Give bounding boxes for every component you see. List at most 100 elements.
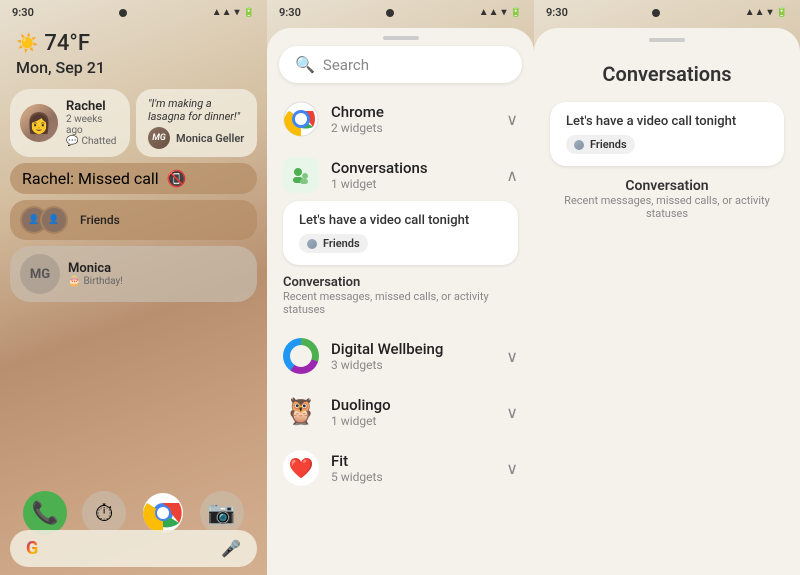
message-sender: MG Monica Geller (148, 127, 245, 149)
panel-conversations-preview: 9:30 ▲▲ ▾ 🔋 Conversations Let's have a v… (534, 0, 800, 575)
monica-name-widget: Monica (68, 261, 247, 276)
wellbeing-app-info: Digital Wellbeing 3 widgets (331, 340, 494, 372)
weather-widget: ☀️ 74°F Mon, Sep 21 (0, 23, 267, 83)
status-time-p3: 9:30 (546, 6, 568, 19)
monica-widget[interactable]: MG Monica 🎂 Birthday! (10, 246, 257, 302)
monica-info: Monica 🎂 Birthday! (68, 261, 247, 287)
p3-title: Conversations (602, 62, 731, 86)
app-dock: 📞 ⏱ 📷 (0, 491, 267, 535)
phone-icon[interactable]: 📞 (23, 491, 67, 535)
conv-desc-sub: Recent messages, missed calls, or activi… (283, 290, 518, 316)
battery-icon-p3: 🔋 (776, 7, 788, 18)
friends-widget[interactable]: 👤 👤 Friends (10, 200, 257, 240)
mic-icon[interactable]: 🎤 (221, 539, 241, 558)
p3-desc: Conversation Recent messages, missed cal… (550, 178, 784, 220)
status-icons-p2: ▲▲ ▾ 🔋 (479, 7, 522, 18)
chat-icon: 💬 (66, 136, 78, 147)
missed-call-widget[interactable]: Rachel: Missed call 📵 (10, 163, 257, 194)
message-widget[interactable]: "I'm making a lasagna for dinner!" MG Mo… (136, 89, 257, 157)
fit-app-info: Fit 5 widgets (331, 452, 494, 484)
widget-area: 👩 Rachel 2 weeks ago 💬 Chatted "I'm maki… (0, 83, 267, 308)
app-item-wellbeing[interactable]: Digital Wellbeing 3 widgets ∨ (267, 328, 534, 384)
conv-desc-title: Conversation (283, 275, 518, 290)
date-display: Mon, Sep 21 (16, 58, 251, 77)
duolingo-icon: 🦉 (285, 397, 317, 427)
search-placeholder: Search (323, 56, 369, 74)
rachel-avatar: 👩 (20, 104, 58, 142)
fit-widget-count: 5 widgets (331, 470, 494, 484)
message-text: "I'm making a lasagna for dinner!" (148, 97, 240, 123)
google-search-bar[interactable]: G 🎤 (10, 530, 257, 567)
conv-preview-text: Let's have a video call tonight (299, 213, 502, 228)
conv-preview-badge: Friends (299, 234, 368, 253)
monica-avatar: MG (20, 254, 60, 294)
wellbeing-widget-count: 3 widgets (331, 358, 494, 372)
app-item-chrome[interactable]: Chrome 2 widgets ∨ (267, 91, 534, 147)
chrome-widget-count: 2 widgets (331, 121, 494, 135)
status-time-p1: 9:30 (12, 6, 34, 19)
chrome-expand-icon[interactable]: ∨ (506, 110, 518, 129)
birthday-icon: 🎂 (68, 276, 80, 287)
chrome-app-info: Chrome 2 widgets (331, 103, 494, 135)
p3-desc-sub: Recent messages, missed calls, or activi… (550, 194, 784, 220)
conversations-app-icon (283, 157, 319, 193)
chrome-app-name: Chrome (331, 103, 494, 121)
fit-app-icon: ❤️ (283, 450, 319, 486)
chrome-icon[interactable] (141, 491, 185, 535)
status-bar-panel1: 9:30 ▲▲ ▾ 🔋 (0, 0, 267, 23)
status-bar-panel2: 9:30 ▲▲ ▾ 🔋 (267, 0, 534, 23)
duolingo-expand-icon[interactable]: ∨ (506, 403, 518, 422)
temperature: 74°F (44, 31, 90, 56)
missed-call-text: Rachel: Missed call (22, 169, 159, 188)
rachel-widget[interactable]: 👩 Rachel 2 weeks ago 💬 Chatted (10, 89, 130, 157)
camera-icon[interactable]: 📷 (200, 491, 244, 535)
monica-avatar-small: MG (148, 127, 170, 149)
app-item-conversations[interactable]: Conversations 1 widget ∧ Let's have a vi… (267, 147, 534, 328)
conv-preview-card: Let's have a video call tonight Friends (283, 201, 518, 265)
wellbeing-app-name: Digital Wellbeing (331, 340, 494, 358)
conversations-expand-icon[interactable]: ∧ (506, 166, 518, 185)
status-icons-p3: ▲▲ ▾ 🔋 (745, 7, 788, 18)
fit-expand-icon[interactable]: ∨ (506, 459, 518, 478)
p3-conv-card: Let's have a video call tonight Friends (550, 102, 784, 166)
badge-avatar-dot (307, 239, 317, 249)
conversations-app-info: Conversations 1 widget (331, 159, 494, 191)
wifi-icon-p2: ▾ (502, 7, 507, 18)
duolingo-app-icon: 🦉 (283, 394, 319, 430)
p3-desc-title: Conversation (550, 178, 784, 194)
monica-status: 🎂 Birthday! (68, 276, 247, 287)
camera-dot-p1 (119, 9, 127, 17)
signal-icon-p3: ▲▲ (745, 7, 765, 18)
rachel-info: Rachel 2 weeks ago 💬 Chatted (66, 99, 120, 147)
monica-name: Monica Geller (176, 132, 244, 145)
duolingo-app-info: Duolingo 1 widget (331, 396, 494, 428)
search-icon: 🔍 (295, 55, 315, 74)
fit-app-name: Fit (331, 452, 494, 470)
fit-icon: ❤️ (283, 450, 319, 486)
widget-picker-sheet: 🔍 Search Chrome (267, 28, 534, 575)
status-time-p2: 9:30 (279, 6, 301, 19)
battery-icon-p2: 🔋 (510, 7, 522, 18)
app-item-fit[interactable]: ❤️ Fit 5 widgets ∨ (267, 440, 534, 496)
friends-avatars: 👤 👤 (20, 206, 60, 234)
weather-icon: ☀️ (16, 33, 38, 54)
conversations-app-name: Conversations (331, 159, 494, 177)
p3-badge-dot (574, 140, 584, 150)
search-bar[interactable]: 🔍 Search (279, 46, 522, 83)
wellbeing-inner (290, 345, 312, 367)
p3-sheet-handle (649, 38, 685, 42)
app-item-duolingo[interactable]: 🦉 Duolingo 1 widget ∨ (267, 384, 534, 440)
friends-label: Friends (80, 213, 120, 227)
duolingo-widget-count: 1 widget (331, 414, 494, 428)
wellbeing-expand-icon[interactable]: ∨ (506, 347, 518, 366)
friend-avatar-2: 👤 (40, 206, 68, 234)
rachel-status: 💬 Chatted (66, 136, 120, 147)
camera-dot-p2 (386, 9, 394, 17)
rachel-time: 2 weeks ago (66, 114, 120, 136)
panel-home-screen: 9:30 ▲▲ ▾ 🔋 ☀️ 74°F Mon, Sep 21 👩 Rachel (0, 0, 267, 575)
signal-icon-p1: ▲▲ (212, 7, 232, 18)
wifi-icon-p1: ▾ (235, 7, 240, 18)
wifi-icon-p3: ▾ (768, 7, 773, 18)
clock-icon[interactable]: ⏱ (82, 491, 126, 535)
app-list: Chrome 2 widgets ∨ (267, 91, 534, 558)
